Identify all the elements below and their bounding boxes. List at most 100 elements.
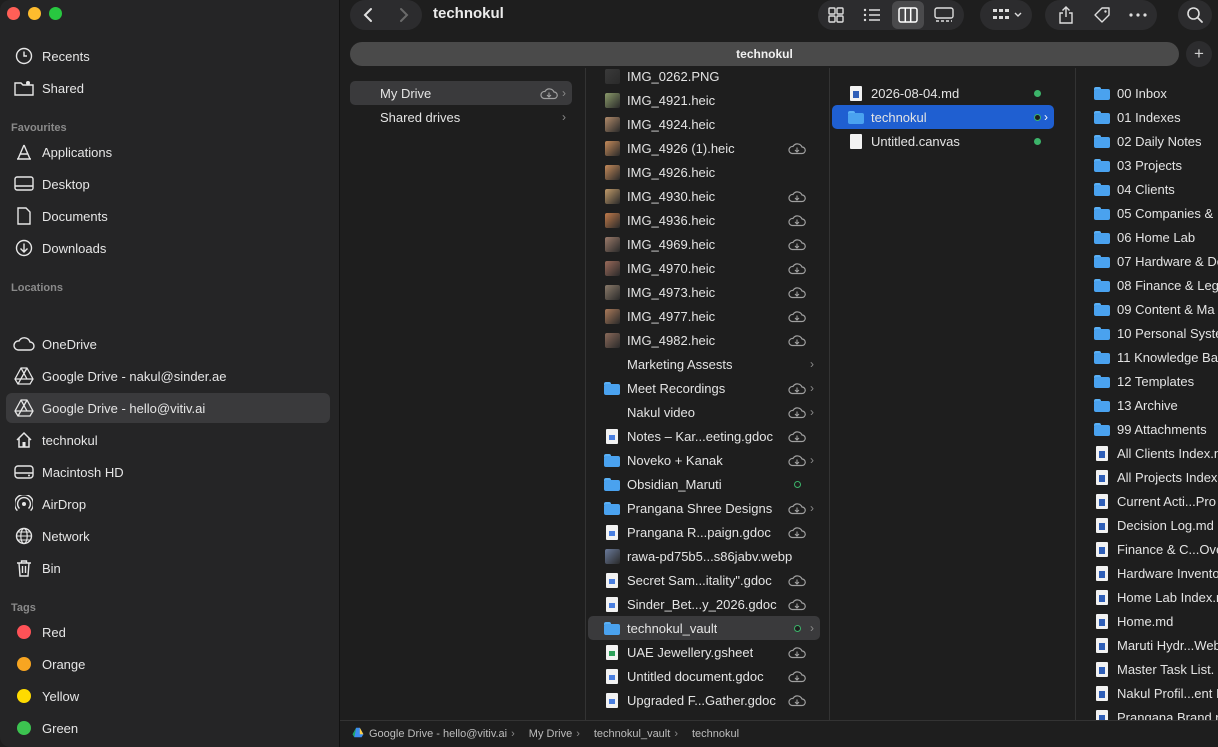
list-item-hardware-invento[interactable]: Hardware Invento (1078, 561, 1218, 585)
list-item-home-lab-index-n[interactable]: Home Lab Index.n (1078, 585, 1218, 609)
list-item-03-projects[interactable]: 03 Projects (1078, 153, 1218, 177)
group-by-button[interactable] (980, 0, 1032, 30)
list-item-01-indexes[interactable]: 01 Indexes (1078, 105, 1218, 129)
sidebar-item-green[interactable]: Green (6, 713, 330, 743)
list-item-decision-log-md[interactable]: Decision Log.md (1078, 513, 1218, 537)
list-item-marketing-assests[interactable]: Marketing Assests › (588, 352, 820, 376)
list-item-2026-08-04-md[interactable]: 2026-08-04.md (832, 81, 1054, 105)
close-window-button[interactable] (7, 7, 20, 20)
list-item-prangana-r-paign-gdoc[interactable]: Prangana R...paign.gdoc (588, 520, 820, 544)
list-item-notes-kar-eeting-gdoc[interactable]: Notes – Kar...eeting.gdoc (588, 424, 820, 448)
cloud-download-icon[interactable] (788, 382, 806, 395)
sidebar-item-recents[interactable]: Recents (6, 41, 330, 71)
list-item-09-content-ma[interactable]: 09 Content & Ma (1078, 297, 1218, 321)
list-item-untitled-canvas[interactable]: Untitled.canvas (832, 129, 1054, 153)
path-segment-technokul[interactable]: technokul (692, 728, 739, 740)
more-button[interactable] (1122, 1, 1154, 29)
list-item-04-clients[interactable]: 04 Clients (1078, 177, 1218, 201)
list-item-master-task-list[interactable]: Master Task List. (1078, 657, 1218, 681)
list-item-rawa-pd75b5-s86jabv-webp[interactable]: rawa-pd75b5...s86jabv.webp (588, 544, 820, 568)
list-item-uae-jewellery-gsheet[interactable]: UAE Jewellery.gsheet (588, 640, 820, 664)
sidebar-item-bin[interactable]: Bin (6, 553, 330, 583)
sidebar-item-documents[interactable]: Documents (6, 201, 330, 231)
icon-view-button[interactable] (820, 1, 852, 29)
list-item-secret-sam-itality-gdoc[interactable]: Secret Sam...itality".gdoc (588, 568, 820, 592)
list-item-shared-drives[interactable]: Shared drives › (350, 105, 572, 129)
cloud-download-icon[interactable] (788, 286, 806, 299)
cloud-download-icon[interactable] (788, 142, 806, 155)
list-item-00-inbox[interactable]: 00 Inbox (1078, 81, 1218, 105)
list-item-12-templates[interactable]: 12 Templates (1078, 369, 1218, 393)
path-segment-google-drive-hello-vitiv-ai[interactable]: Google Drive - hello@vitiv.ai (352, 727, 507, 741)
list-item-img-4973-heic[interactable]: IMG_4973.heic (588, 280, 820, 304)
list-item-img-4970-heic[interactable]: IMG_4970.heic (588, 256, 820, 280)
cloud-download-icon[interactable] (788, 190, 806, 203)
sidebar-item-shared[interactable]: Shared (6, 73, 330, 103)
list-item-obsidian-maruti[interactable]: Obsidian_Maruti (588, 472, 820, 496)
back-button[interactable] (350, 0, 386, 30)
sidebar-item-technokul[interactable]: technokul (6, 425, 330, 455)
new-tab-button[interactable]: + (1186, 41, 1212, 67)
list-item-all-projects-index[interactable]: All Projects Index (1078, 465, 1218, 489)
cloud-download-icon[interactable] (788, 262, 806, 275)
cloud-download-icon[interactable] (788, 214, 806, 227)
list-item-meet-recordings[interactable]: Meet Recordings › (588, 376, 820, 400)
list-item-technokul[interactable]: technokul › (832, 105, 1054, 129)
gallery-view-button[interactable] (928, 1, 960, 29)
list-item-img-4926-1-heic[interactable]: IMG_4926 (1).heic (588, 136, 820, 160)
list-item-untitled-document-gdoc[interactable]: Untitled document.gdoc (588, 664, 820, 688)
zoom-window-button[interactable] (49, 7, 62, 20)
list-item-img-4926-heic[interactable]: IMG_4926.heic (588, 160, 820, 184)
list-item-10-personal-syste[interactable]: 10 Personal Syste (1078, 321, 1218, 345)
path-segment-my-drive[interactable]: My Drive (529, 728, 572, 740)
list-item-img-4936-heic[interactable]: IMG_4936.heic (588, 208, 820, 232)
cloud-download-icon[interactable] (788, 670, 806, 683)
list-item-13-archive[interactable]: 13 Archive (1078, 393, 1218, 417)
cloud-download-icon[interactable] (788, 334, 806, 347)
list-item-my-drive[interactable]: My Drive › (350, 81, 572, 105)
list-item-06-home-lab[interactable]: 06 Home Lab (1078, 225, 1218, 249)
cloud-download-icon[interactable] (788, 406, 806, 419)
cloud-download-icon[interactable] (788, 238, 806, 251)
sidebar-item-network[interactable]: Network (6, 521, 330, 551)
list-item-technokul-vault[interactable]: technokul_vault › (588, 616, 820, 640)
list-item-img-4924-heic[interactable]: IMG_4924.heic (588, 112, 820, 136)
list-item-finance-c-ove[interactable]: Finance & C...Ove (1078, 537, 1218, 561)
list-item-home-md[interactable]: Home.md (1078, 609, 1218, 633)
list-item-maruti-hydr-web[interactable]: Maruti Hydr...Web (1078, 633, 1218, 657)
list-item-prangana-shree-designs[interactable]: Prangana Shree Designs › (588, 496, 820, 520)
minimize-window-button[interactable] (28, 7, 41, 20)
list-item-current-acti-pro[interactable]: Current Acti...Pro (1078, 489, 1218, 513)
path-segment-technokul-vault[interactable]: technokul_vault (594, 728, 670, 740)
share-button[interactable] (1050, 1, 1082, 29)
list-item-img-4977-heic[interactable]: IMG_4977.heic (588, 304, 820, 328)
sidebar-item-airdrop[interactable]: AirDrop (6, 489, 330, 519)
list-item-upgraded-f-gather-gdoc[interactable]: Upgraded F...Gather.gdoc (588, 688, 820, 712)
list-item-img-4982-heic[interactable]: IMG_4982.heic (588, 328, 820, 352)
list-item-img-4969-heic[interactable]: IMG_4969.heic (588, 232, 820, 256)
list-item-nakul-video[interactable]: Nakul video › (588, 400, 820, 424)
cloud-download-icon[interactable] (788, 430, 806, 443)
list-item-05-companies[interactable]: 05 Companies & (1078, 201, 1218, 225)
list-item-sinder-bet-y-2026-gdoc[interactable]: Sinder_Bet...y_2026.gdoc (588, 592, 820, 616)
list-item-08-finance-leg[interactable]: 08 Finance & Leg (1078, 273, 1218, 297)
sidebar-item-orange[interactable]: Orange (6, 649, 330, 679)
list-item-prangana-brand-n[interactable]: Prangana Brand n (1078, 705, 1218, 720)
sidebar-item-yellow[interactable]: Yellow (6, 681, 330, 711)
column-view-button[interactable] (892, 1, 924, 29)
cloud-download-icon[interactable] (540, 87, 558, 100)
list-item-all-clients-index-n[interactable]: All Clients Index.n (1078, 441, 1218, 465)
sidebar-item-downloads[interactable]: Downloads (6, 233, 330, 263)
sidebar-item-google-drive-hello-vitiv-ai[interactable]: Google Drive - hello@vitiv.ai (6, 393, 330, 423)
search-button[interactable] (1178, 0, 1212, 30)
list-item-02-daily-notes[interactable]: 02 Daily Notes (1078, 129, 1218, 153)
cloud-download-icon[interactable] (788, 310, 806, 323)
list-item-noveko-kanak[interactable]: Noveko + Kanak › (588, 448, 820, 472)
cloud-download-icon[interactable] (788, 694, 806, 707)
cloud-download-icon[interactable] (788, 646, 806, 659)
list-view-button[interactable] (856, 1, 888, 29)
list-item-img-4930-heic[interactable]: IMG_4930.heic (588, 184, 820, 208)
forward-button[interactable] (386, 0, 422, 30)
list-item-07-hardware-do[interactable]: 07 Hardware & Do (1078, 249, 1218, 273)
cloud-download-icon[interactable] (788, 574, 806, 587)
